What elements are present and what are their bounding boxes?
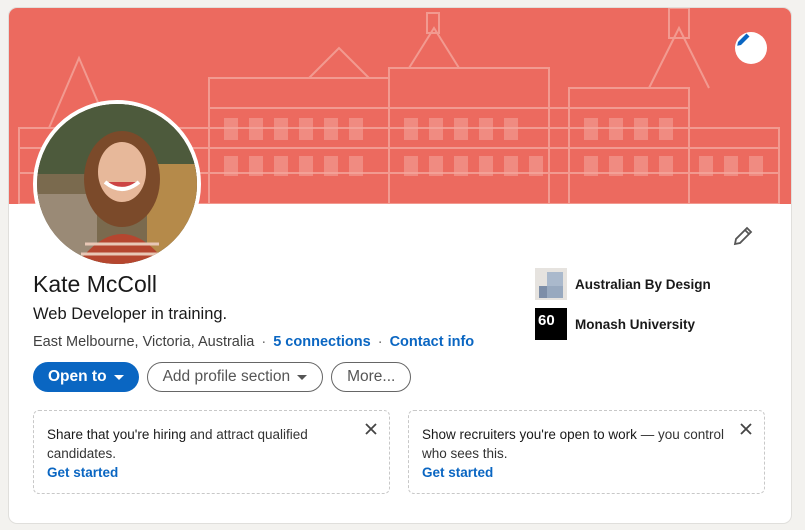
more-button[interactable]: More... [331, 362, 412, 392]
open-to-label: Open to [48, 368, 107, 385]
promo-strong-text: Share that you're hiring [47, 427, 187, 442]
close-icon[interactable] [363, 421, 379, 437]
pencil-icon [733, 226, 753, 246]
promo-strong-text: Show recruiters you're open to work [422, 427, 637, 442]
profile-card: Kate McColl Web Developer in training. E… [9, 8, 791, 523]
more-label: More... [347, 368, 396, 385]
open-to-button[interactable]: Open to [33, 362, 139, 392]
edit-banner-button[interactable] [735, 32, 767, 64]
contact-info-link[interactable]: Contact info [390, 334, 475, 350]
separator-dot: · [261, 334, 267, 350]
abd-logo [535, 268, 567, 300]
close-icon[interactable] [738, 421, 754, 437]
monash-logo-text: 60 [538, 312, 555, 329]
monash-logo: 60 [535, 308, 567, 340]
profile-headline: Web Developer in training. [33, 305, 228, 323]
profile-name: Kate McColl [33, 271, 157, 297]
open-to-work-promo-card: Show recruiters you're open to work — yo… [408, 410, 765, 494]
connections-link[interactable]: 5 connections [273, 334, 371, 350]
profile-meta: East Melbourne, Victoria, Australia · 5 co… [33, 334, 474, 350]
pencil-icon [737, 33, 750, 46]
profile-actions: Open to Add profile section More... [33, 362, 412, 392]
profile-photo [37, 104, 197, 264]
experience-item-monash-university[interactable]: 60 Monash University [535, 308, 695, 340]
add-profile-section-button[interactable]: Add profile section [146, 362, 324, 392]
get-started-link[interactable]: Get started [47, 463, 349, 482]
experience-item-australian-by-design[interactable]: Australian By Design [535, 268, 711, 300]
get-started-link[interactable]: Get started [422, 463, 724, 482]
experience-label: Australian By Design [575, 276, 711, 292]
profile-location: East Melbourne, Victoria, Australia [33, 334, 255, 350]
add-profile-section-label: Add profile section [162, 368, 291, 385]
caret-down-icon [297, 374, 308, 380]
experience-label: Monash University [575, 316, 696, 332]
edit-intro-button[interactable] [729, 222, 757, 250]
avatar[interactable] [33, 100, 201, 268]
separator-dot: · [377, 334, 383, 350]
hiring-promo-card: Share that you're hiring and attract qua… [33, 410, 390, 494]
caret-down-icon [113, 374, 124, 380]
